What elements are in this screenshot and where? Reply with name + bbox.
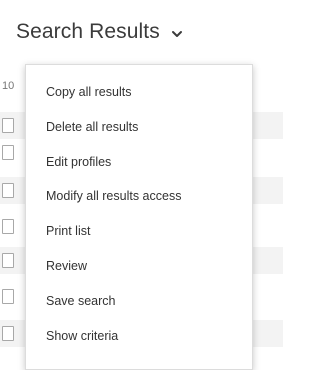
results-count: 10	[2, 80, 15, 92]
row-checkbox[interactable]	[2, 253, 14, 268]
menu-item-copy-all-results[interactable]: Copy all results	[26, 75, 252, 110]
menu-item-delete-all-results[interactable]: Delete all results	[26, 110, 252, 145]
row-checkbox[interactable]	[2, 145, 14, 160]
menu-item-show-criteria[interactable]: Show criteria	[26, 319, 252, 354]
menu-item-save-search[interactable]: Save search	[26, 284, 252, 319]
page-title: Search Results	[16, 20, 160, 43]
search-results-dropdown-toggle[interactable]: Search Results	[16, 16, 184, 48]
search-results-menu: Copy all results Delete all results Edit…	[25, 64, 253, 370]
row-checkbox[interactable]	[2, 118, 14, 133]
menu-item-modify-all-results-access[interactable]: Modify all results access	[26, 179, 252, 214]
row-checkbox[interactable]	[2, 289, 14, 304]
menu-item-print-list[interactable]: Print list	[26, 214, 252, 249]
menu-item-edit-profiles[interactable]: Edit profiles	[26, 145, 252, 180]
row-checkbox[interactable]	[2, 326, 14, 341]
row-checkbox[interactable]	[2, 219, 14, 234]
row-checkbox[interactable]	[2, 183, 14, 198]
chevron-down-icon	[171, 31, 182, 37]
menu-item-review[interactable]: Review	[26, 249, 252, 284]
